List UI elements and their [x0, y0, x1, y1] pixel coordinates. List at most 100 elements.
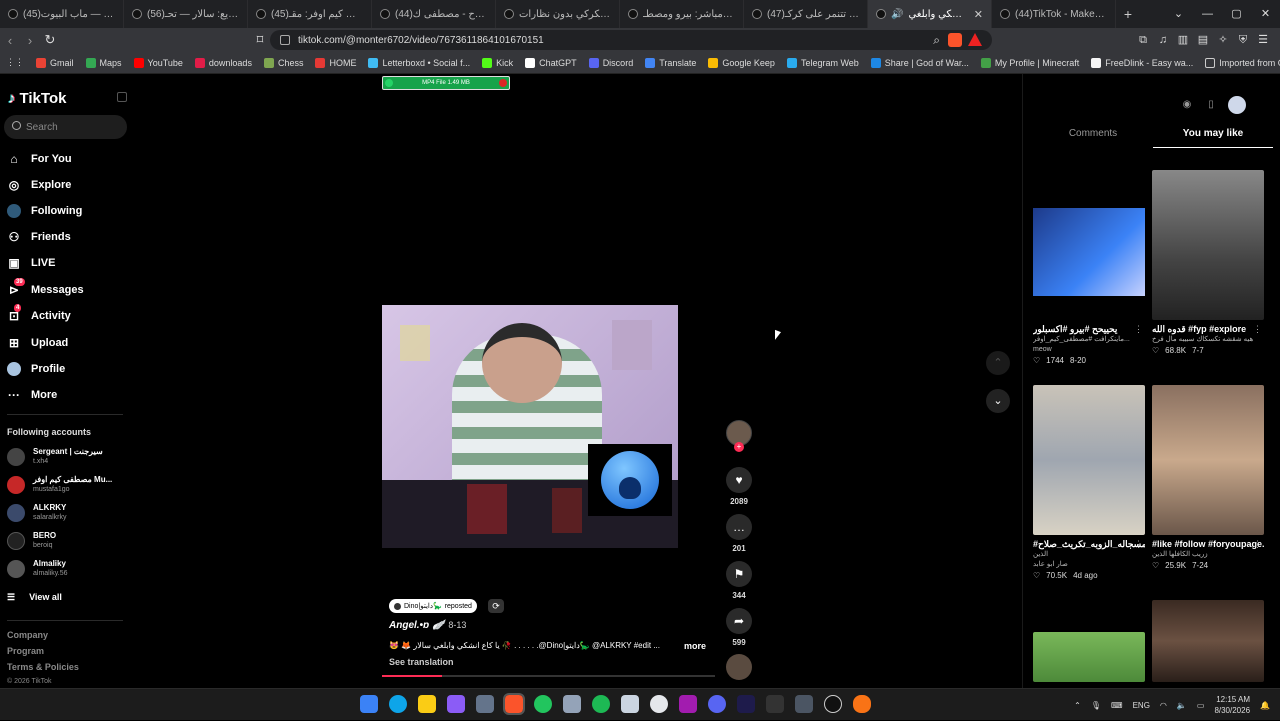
video-progress-bar[interactable] [382, 675, 715, 677]
card-menu-icon[interactable]: ⋮ [1253, 539, 1262, 550]
bookmark-google-keep[interactable]: Google Keep [702, 57, 781, 68]
video-thumbnail[interactable] [1033, 385, 1145, 535]
brave-rewards-icon[interactable] [968, 33, 982, 46]
video-thumbnail[interactable] [1033, 170, 1145, 320]
view-all-link[interactable]: ☰ View all [7, 592, 62, 603]
bookmark-gmail[interactable]: Gmail [30, 57, 80, 68]
reload-icon[interactable]: ↻ [40, 32, 60, 48]
more-button[interactable]: more [684, 641, 706, 651]
wifi-icon[interactable]: ◠ [1160, 701, 1167, 710]
browser-tab-active[interactable]: 🔊يا كاع انشكي وابلغي✕ [868, 0, 992, 28]
bookmark-maps[interactable]: Maps [80, 57, 128, 68]
url-text[interactable]: tiktok.com/@monter6702/video/76736118641… [298, 35, 544, 46]
comment-action[interactable]: … 201 [724, 514, 754, 553]
cloud-icon[interactable] [853, 695, 871, 713]
nav-live[interactable]: ▣ LIVE [7, 254, 55, 272]
battery-icon[interactable]: ▭ [1197, 701, 1205, 710]
previous-video-button[interactable]: ⌃ [986, 351, 1010, 375]
share-arrow-icon[interactable]: ➦ [726, 608, 752, 634]
zoom-icon[interactable]: ⌕ [933, 33, 940, 48]
bookmark-letterboxd[interactable]: Letterboxd • Social f... [362, 57, 476, 68]
download-extension-bar[interactable]: MP4 File 1.49 MB [382, 76, 510, 90]
obs-icon[interactable] [824, 695, 842, 713]
browser-tab[interactable]: (56)كور سريع: سالار — تحـ [124, 0, 248, 28]
brave-browser-icon[interactable] [503, 693, 525, 715]
bookmark-discord[interactable]: Discord [583, 57, 640, 68]
clock[interactable]: 12:15 AM 8/30/2026 [1214, 694, 1250, 716]
bookmark-chatgpt[interactable]: ChatGPT [519, 57, 583, 68]
maximize-button[interactable]: ▢ [1222, 0, 1251, 28]
wallet-icon[interactable]: ▤ [1196, 33, 1210, 47]
card-menu-icon[interactable]: ⋮ [1134, 324, 1143, 335]
menu-icon[interactable]: ☰ [1256, 33, 1270, 47]
footer-terms-link[interactable]: Terms & Policies [7, 662, 79, 672]
address-bar[interactable]: tiktok.com/@monter6702/video/76736118641… [270, 30, 992, 50]
back-arrow-icon[interactable]: ‹ [0, 33, 20, 48]
edge-icon[interactable] [389, 695, 407, 713]
browser-tab[interactable]: (44)TikTok - Make Your D [992, 0, 1116, 28]
heart-icon[interactable]: ♥ [726, 467, 752, 493]
bookmark-folder-imported[interactable]: Imported from Go... [1199, 57, 1280, 68]
collapse-sidebar-icon[interactable] [117, 92, 127, 102]
following-account[interactable]: Sergeant | سيرجنت t.xh4 [7, 446, 103, 467]
recommended-video-card[interactable] [1033, 632, 1145, 682]
keyboard-icon[interactable]: ⌨ [1111, 701, 1123, 710]
nav-following[interactable]: Following [7, 202, 82, 220]
pycharm-icon[interactable] [679, 695, 697, 713]
browser-tab[interactable]: (47)ديرياتك تتنمر على كركـ [744, 0, 868, 28]
nav-explore[interactable]: ◎ Explore [7, 176, 72, 194]
notes-icon[interactable] [766, 695, 784, 713]
language-indicator[interactable]: ENG [1133, 701, 1150, 710]
extensions-icon[interactable]: ⧉ [1136, 33, 1150, 47]
following-account[interactable]: مصطفى كيم اوفر Mu... mustafa1go [7, 474, 112, 495]
vpn-icon[interactable]: ⛨ [1236, 33, 1250, 47]
browser-tab[interactable]: بث بيرو مباشر: بيرو ومصطـ [620, 0, 744, 28]
browser-tab[interactable]: سالار الكركي بدون نظارات [496, 0, 620, 28]
nav-friends[interactable]: ⚇ Friends [7, 228, 71, 246]
follow-plus-icon[interactable]: + [734, 442, 744, 452]
browser-tab[interactable]: (45)مصطفى كيم اوفر: مقـ [248, 0, 372, 28]
next-video-button[interactable]: ⌄ [986, 389, 1010, 413]
close-window-button[interactable]: ✕ [1251, 0, 1280, 28]
nav-more[interactable]: ··· More [7, 386, 57, 404]
search-input[interactable]: Search [4, 115, 127, 139]
card-menu-icon[interactable]: ⋮ [1134, 539, 1143, 550]
video-thumbnail[interactable] [1152, 385, 1264, 535]
tab-search-chevron-icon[interactable]: ⌄ [1164, 0, 1193, 28]
minimize-button[interactable]: — [1193, 0, 1222, 28]
save-action[interactable]: ⚑ 344 [724, 561, 754, 600]
coins-icon[interactable]: ◉ [1180, 98, 1194, 112]
nav-profile[interactable]: Profile [7, 360, 65, 378]
nav-for-you[interactable]: ⌂ For You [7, 150, 71, 168]
bookmark-kick[interactable]: Kick [476, 57, 519, 68]
bookmark-translate[interactable]: Translate [639, 57, 702, 68]
nav-activity[interactable]: ⊡ 4 Activity [7, 304, 71, 325]
recommended-video-card[interactable]: ⋮ يحييحح #بيرو #اكسبلور ماينكرافت #مصطفى… [1033, 170, 1145, 367]
tray-overflow-icon[interactable]: ⌃ [1074, 701, 1081, 710]
notifications-icon[interactable]: 🔔 [1260, 701, 1270, 710]
comment-icon[interactable]: … [726, 514, 752, 540]
video-author[interactable]: Angel.•ɒ 🪽 8-13 [389, 620, 466, 631]
mixer-icon[interactable] [795, 695, 813, 713]
nav-messages[interactable]: ⊳ 39 Messages [7, 278, 84, 299]
browser-tab[interactable]: (44)بحث ارتاح - مصطفى ك [372, 0, 496, 28]
vpn-app-icon[interactable] [621, 695, 639, 713]
following-account[interactable]: BERO beroiq [7, 530, 56, 551]
bookmark-telegram[interactable]: Telegram Web [781, 57, 865, 68]
bookmark-home[interactable]: HOME [309, 57, 362, 68]
bookmark-god-of-war[interactable]: Share | God of War... [865, 57, 975, 68]
repost-badge[interactable]: Dino|دايتو🦕 reposted [389, 599, 477, 613]
bookmark-chess[interactable]: Chess [258, 57, 310, 68]
recommended-video-card[interactable]: ⋮ #المسجاله_الزوبه_تكريث_صلاح_... الذين … [1033, 385, 1145, 582]
following-account[interactable]: Almaliky almaliky.56 [7, 558, 68, 579]
volume-icon[interactable]: 🔈 [1177, 701, 1187, 710]
bookmark-save-icon[interactable]: ⚑ [726, 561, 752, 587]
video-thumbnail[interactable] [1033, 632, 1145, 682]
recommended-video-card[interactable]: ⋮ قدوه الله #fyp #explore هيه شقشه تكسكا… [1152, 170, 1264, 357]
brave-shields-icon[interactable] [948, 33, 962, 47]
new-tab-button[interactable]: + [1116, 6, 1140, 22]
tab-you-may-like[interactable]: You may like [1153, 128, 1273, 148]
nav-upload[interactable]: ⊞ Upload [7, 334, 68, 352]
device-icon[interactable]: ▯ [1204, 98, 1218, 112]
store-icon[interactable] [476, 695, 494, 713]
